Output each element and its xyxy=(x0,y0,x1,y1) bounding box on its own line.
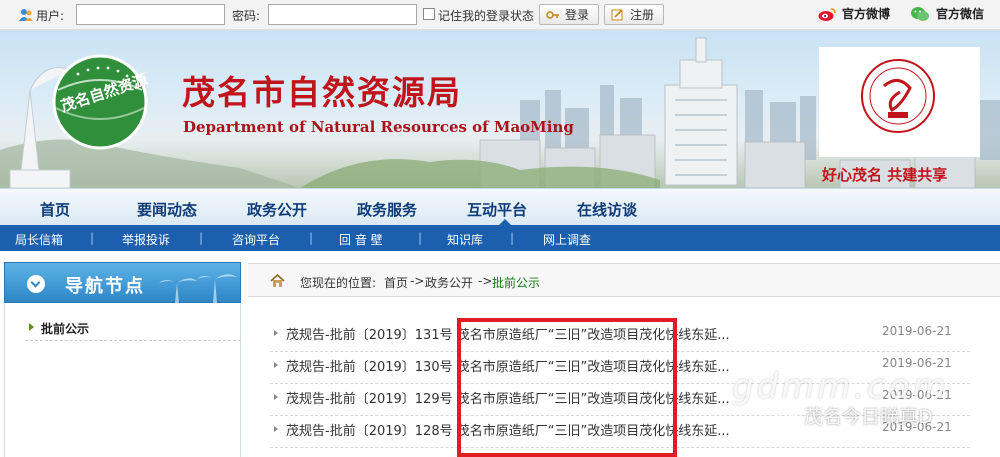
bullet-icon xyxy=(274,362,278,368)
nav-interactive-platform[interactable]: 互动平台 xyxy=(467,199,527,220)
wechat-icon xyxy=(911,6,929,21)
subnav-divider: | xyxy=(90,231,95,245)
official-weixin-link[interactable]: 官方微信 xyxy=(910,5,984,22)
arrow-right-icon xyxy=(29,323,34,331)
nav-news[interactable]: 要闻动态 xyxy=(137,199,197,220)
nav-government-services[interactable]: 政务服务 xyxy=(357,199,417,220)
bullet-icon xyxy=(274,394,278,400)
password-input[interactable] xyxy=(268,4,417,25)
nav-home[interactable]: 首页 xyxy=(40,199,70,220)
sidebar-body: 批前公示 xyxy=(4,303,241,457)
watermark-site: gdmm.com xyxy=(732,367,949,407)
breadcrumb-home[interactable]: 首页 xyxy=(384,274,408,291)
highlight-box xyxy=(457,318,677,457)
subnav-online-survey[interactable]: 网上调查 xyxy=(543,231,591,248)
subnav-knowledge-base[interactable]: 知识库 xyxy=(447,231,483,248)
subnav-divider: | xyxy=(510,231,515,245)
chevron-down-icon xyxy=(27,275,45,293)
slogan-text: 好心茂名 共建共享 xyxy=(822,166,948,184)
breadcrumb-section[interactable]: 政务公开 xyxy=(425,274,473,291)
official-weibo-link[interactable]: 官方微博 xyxy=(818,5,890,22)
subnav-report-complaint[interactable]: 举报投诉 xyxy=(122,231,170,248)
watermark-account: 茂名今日睇真D xyxy=(776,402,933,429)
edit-icon xyxy=(611,8,623,20)
breadcrumb-current: 批前公示 xyxy=(492,276,541,290)
sidebar-item-pre-approval[interactable]: 批前公示 xyxy=(25,317,241,341)
home-icon xyxy=(270,274,285,287)
subnav-divider: | xyxy=(199,231,204,245)
palm-tree-decoration xyxy=(159,274,237,303)
remember-label: 记住我的登录状态 xyxy=(438,9,535,23)
remember-checkbox[interactable] xyxy=(423,8,435,20)
user-icon xyxy=(19,9,33,21)
subnav-director-mailbox[interactable]: 局长信箱 xyxy=(15,231,63,248)
nav-government-affairs[interactable]: 政务公开 xyxy=(247,199,307,220)
subnav-consultation[interactable]: 咨询平台 xyxy=(232,231,280,248)
site-title-english: Department of Natural Resources of MaoMi… xyxy=(183,118,574,136)
login-button[interactable]: 登录 xyxy=(539,4,599,25)
nav-online-interview[interactable]: 在线访谈 xyxy=(577,199,637,220)
sub-nav: 局长信箱 | 举报投诉 | 咨询平台 | 回 音 壁 | 知识库 | 网上调查 xyxy=(0,225,1000,251)
site-title: 茂名市自然资源局 xyxy=(182,73,462,112)
breadcrumb-separator: -> xyxy=(410,274,425,288)
username-label: 用户: xyxy=(36,9,65,23)
main-nav: 首页 要闻动态 政务公开 政务服务 互动平台 在线访谈 xyxy=(0,188,1000,226)
subnav-echo-wall[interactable]: 回 音 壁 xyxy=(339,231,383,248)
subnav-divider: | xyxy=(418,231,423,245)
breadcrumb: 您现在的位置: 首页 -> 政务公开 -> 批前公示 xyxy=(248,263,1000,297)
breadcrumb-separator: -> xyxy=(478,274,493,288)
bullet-icon xyxy=(274,426,278,432)
sidebar-title: 导航节点 xyxy=(65,276,145,297)
sidebar-header: 导航节点 xyxy=(4,262,241,303)
weibo-icon xyxy=(818,7,836,21)
list-item-date: 2019-06-21 xyxy=(882,324,952,338)
sidebar-item-label: 批前公示 xyxy=(41,322,90,336)
key-icon xyxy=(546,10,559,19)
password-label: 密码: xyxy=(232,9,261,23)
bullet-icon xyxy=(274,330,278,336)
register-button[interactable]: 注册 xyxy=(604,4,664,25)
username-input[interactable] xyxy=(76,4,225,25)
subnav-divider: | xyxy=(309,231,314,245)
login-bar: 用户: 密码: 记住我的登录状态 登录 注册 官方微博 官方微信 xyxy=(0,0,1000,30)
chat-bubble-icon xyxy=(776,407,798,424)
header-banner: 茂名自然资源 茂名市自然资源局 Department of Natural Re… xyxy=(0,30,1000,188)
breadcrumb-prefix: 您现在的位置: xyxy=(300,276,377,290)
